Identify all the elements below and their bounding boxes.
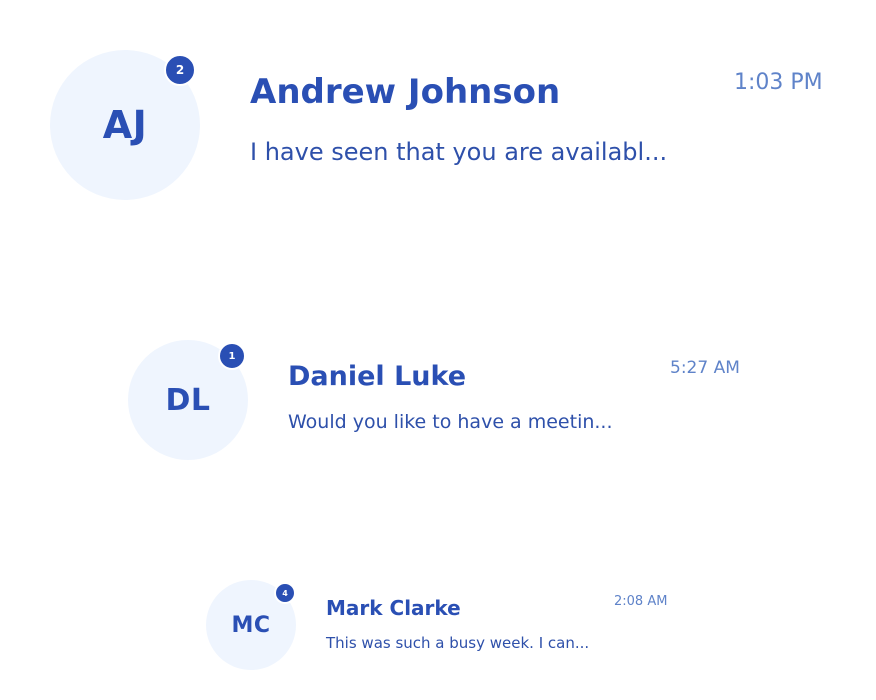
contact-name: Mark Clarke [326, 596, 461, 620]
message-preview: This was such a busy week. I can... [326, 634, 590, 652]
message-preview: Would you like to have a meetin... [288, 411, 613, 433]
unread-badge: 1 [218, 342, 246, 370]
message-timestamp: 2:08 AM [614, 594, 668, 609]
unread-badge: 4 [274, 582, 296, 604]
message-timestamp: 5:27 AM [670, 358, 740, 378]
message-timestamp: 1:03 PM [734, 70, 823, 95]
conversation-item-daniel-luke[interactable]: DL 1 Daniel Luke Would you like to have … [0, 320, 876, 480]
contact-name: Daniel Luke [288, 361, 467, 392]
message-preview: I have seen that you are availabl... [250, 138, 668, 166]
contact-name: Andrew Johnson [250, 72, 561, 112]
conversation-list: AJ 2 Andrew Johnson I have seen that you… [0, 0, 876, 700]
conversation-item-mark-clarke[interactable]: MC 4 Mark Clarke This was such a busy we… [0, 560, 876, 690]
conversation-item-andrew-johnson[interactable]: AJ 2 Andrew Johnson I have seen that you… [0, 0, 876, 230]
unread-badge: 2 [164, 54, 196, 86]
